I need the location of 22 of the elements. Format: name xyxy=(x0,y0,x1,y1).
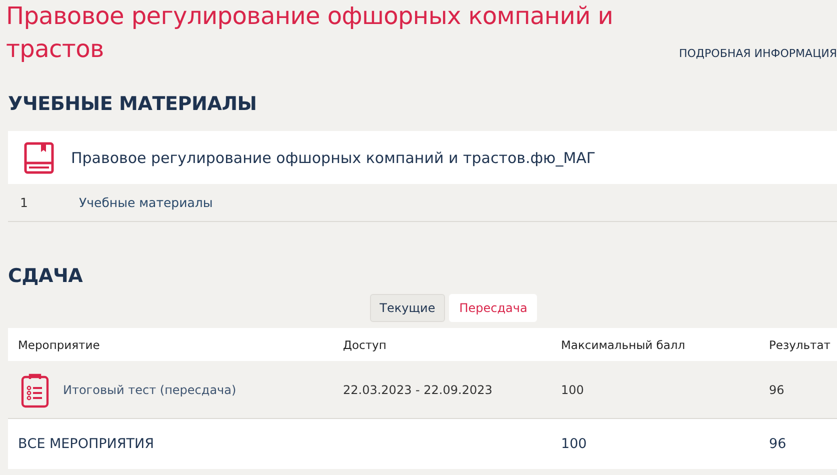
material-link[interactable]: Учебные материалы xyxy=(79,195,213,210)
column-header: Доступ xyxy=(343,338,388,352)
event-link[interactable]: Итоговый тест (пересдача) xyxy=(63,382,236,396)
tab[interactable]: Пересдача xyxy=(449,294,538,322)
item-number: 1 xyxy=(19,195,29,210)
column-header: Результат xyxy=(769,338,832,352)
total-label: ВСЕ МЕРОПРИЯТИЯ xyxy=(18,436,155,452)
total-result: 96 xyxy=(769,436,788,452)
details-link[interactable]: ПОДРОБНАЯ ИНФОРМАЦИЯ xyxy=(679,47,837,60)
table-cell-text: 100 xyxy=(561,382,585,396)
section-heading: УЧЕБНЫЕ МАТЕРИАЛЫ xyxy=(8,92,258,117)
column-header: Максимальный балл xyxy=(561,338,686,352)
clipboard-list-icon xyxy=(21,372,49,408)
table-cell-text: 22.03.2023 - 22.09.2023 xyxy=(343,382,494,396)
section-heading: СДАЧА xyxy=(8,264,84,289)
tab[interactable]: Текущие xyxy=(370,294,446,322)
column-header: Мероприятие xyxy=(18,338,101,352)
book-icon xyxy=(24,142,54,174)
page-title: Правовое регулирование офшорных компаний и трастов xyxy=(6,1,614,65)
course-title: Правовое регулирование офшорных компаний и трастов.фю_МАГ xyxy=(71,148,596,166)
total-max-score: 100 xyxy=(561,436,588,452)
table-cell-text: 96 xyxy=(769,382,786,396)
